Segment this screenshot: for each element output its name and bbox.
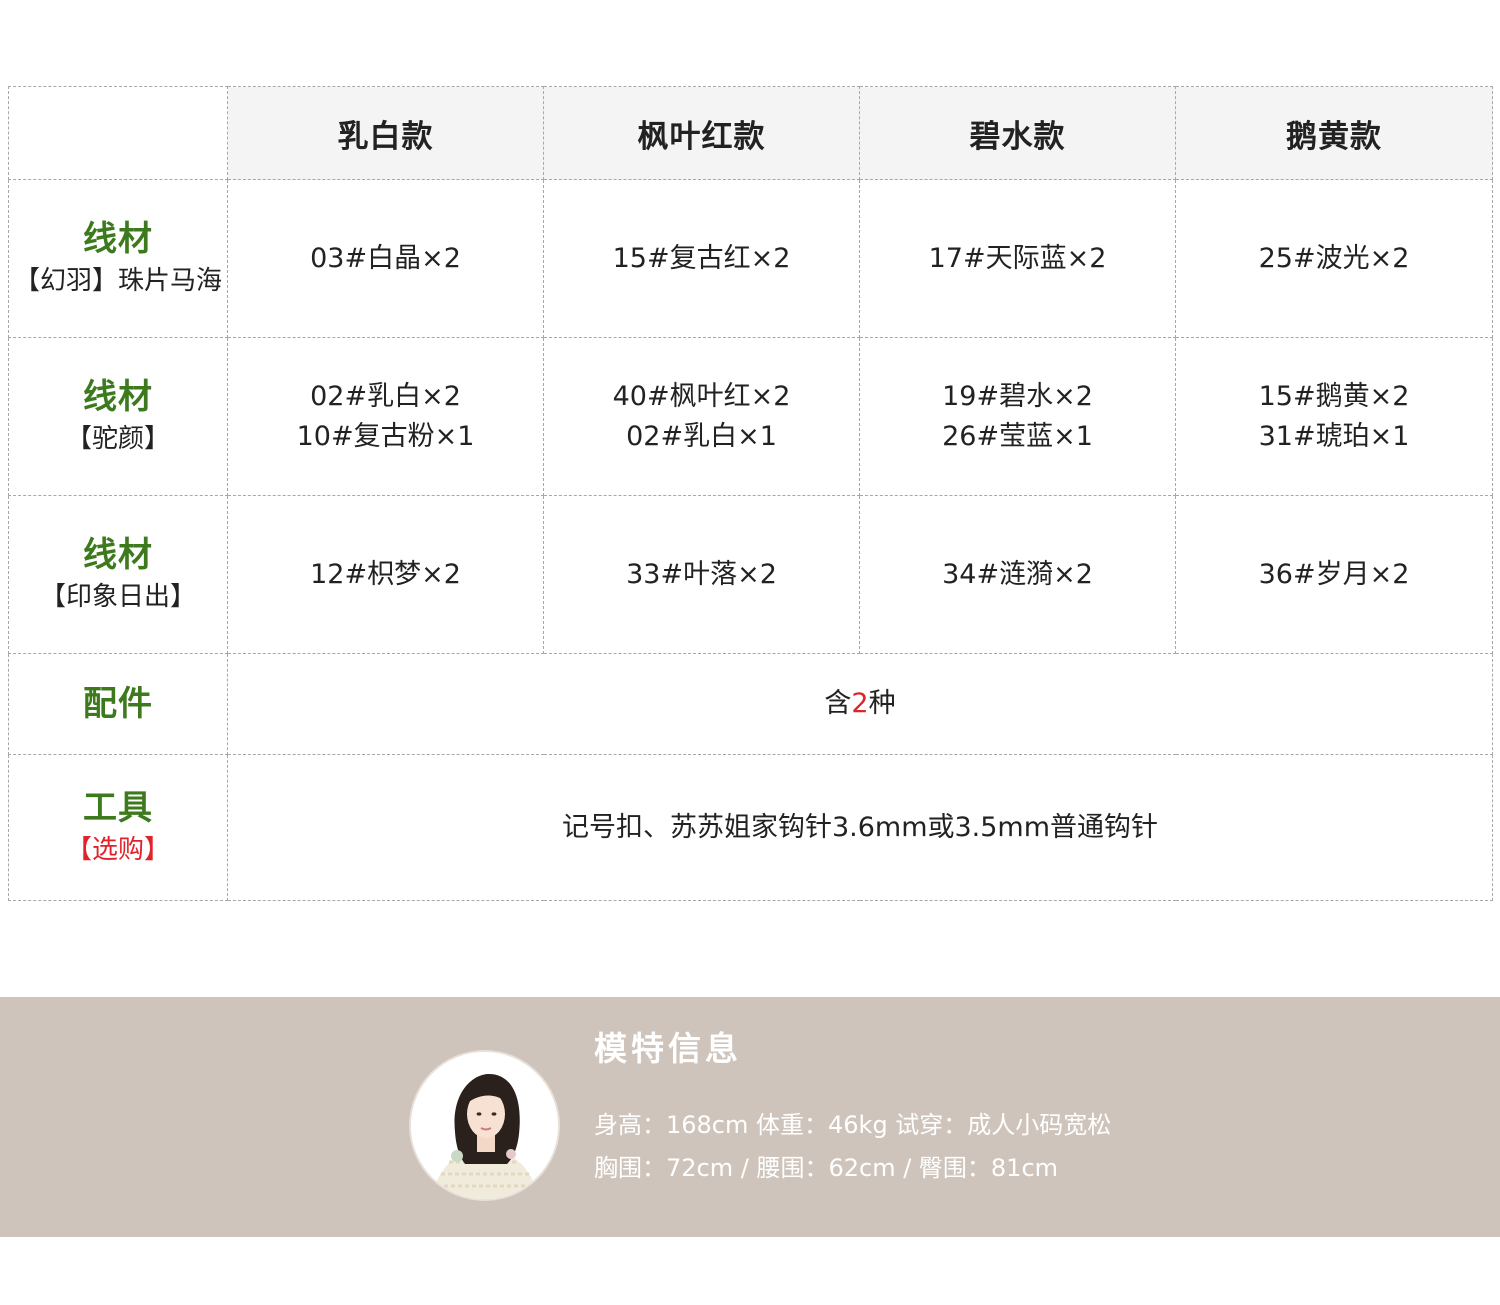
row-title: 工具 — [83, 787, 153, 828]
row-subtitle-optional: 【选购】 — [65, 834, 170, 865]
accessories-count: 2 — [851, 688, 869, 719]
row-subtitle: 【印象日出】 — [39, 581, 196, 612]
row-header-accessories: 配件 — [8, 653, 228, 755]
yarn-row-sunrise: 线材 【印象日出】 12#枳梦×2 33#叶落×2 34#涟漪×2 36#岁月×… — [8, 495, 1493, 654]
column-header-jade: 碧水款 — [859, 86, 1176, 180]
table-cell: 40#枫叶红×2 02#乳白×1 — [543, 337, 860, 496]
accessories-row: 配件 含2种 — [8, 653, 1493, 755]
column-header-goose-yellow: 鹅黄款 — [1175, 86, 1493, 180]
row-title: 线材 — [83, 376, 153, 417]
corner-cell — [8, 86, 228, 180]
row-header-tuoyan: 线材 【驼颜】 — [8, 337, 228, 496]
cell-line: 02#乳白×1 — [626, 420, 777, 452]
row-header-mohair: 线材 【幻羽】珠片马海 — [8, 179, 228, 338]
cell-line: 10#复古粉×1 — [296, 420, 475, 452]
cell-line: 03#白晶×2 — [310, 242, 461, 274]
table-cell: 33#叶落×2 — [543, 495, 860, 654]
column-header-maple-red: 枫叶红款 — [543, 86, 860, 180]
table-cell: 36#岁月×2 — [1175, 495, 1493, 654]
table-cell: 34#涟漪×2 — [859, 495, 1176, 654]
row-title: 线材 — [83, 218, 153, 259]
table-cell: 17#天际蓝×2 — [859, 179, 1176, 338]
tools-value: 记号扣、苏苏姐家钩针3.6mm或3.5mm普通钩针 — [227, 754, 1493, 901]
table-cell: 03#白晶×2 — [227, 179, 544, 338]
cell-line: 40#枫叶红×2 — [612, 380, 791, 412]
row-title: 线材 — [83, 534, 153, 575]
accessories-prefix: 含 — [824, 688, 852, 719]
table-cell: 15#鹅黄×2 31#琥珀×1 — [1175, 337, 1493, 496]
accessories-suffix: 种 — [868, 688, 896, 719]
model-info-banner: 模特信息 身高：168cm 体重：46kg 试穿：成人小码宽松 胸围：72cm … — [0, 997, 1500, 1237]
cell-line: 25#波光×2 — [1258, 242, 1410, 274]
model-measurements-line1: 身高：168cm 体重：46kg 试穿：成人小码宽松 — [594, 1111, 1112, 1139]
column-header-cream: 乳白款 — [227, 86, 544, 180]
model-portrait-icon — [411, 1052, 558, 1199]
cell-line: 36#岁月×2 — [1258, 558, 1410, 590]
model-info-title: 模特信息 — [594, 1029, 742, 1068]
cell-line: 34#涟漪×2 — [942, 558, 1093, 590]
cell-line: 12#枳梦×2 — [310, 558, 461, 590]
table-cell: 25#波光×2 — [1175, 179, 1493, 338]
cell-line: 17#天际蓝×2 — [928, 242, 1107, 274]
yarn-row-mohair: 线材 【幻羽】珠片马海 03#白晶×2 15#复古红×2 17#天际蓝×2 25… — [8, 179, 1493, 338]
row-header-sunrise: 线材 【印象日出】 — [8, 495, 228, 654]
model-measurements-line2: 胸围：72cm / 腰围：62cm / 臀围：81cm — [594, 1154, 1059, 1182]
model-avatar — [411, 1052, 558, 1199]
cell-line: 15#复古红×2 — [612, 242, 791, 274]
table-cell: 02#乳白×2 10#复古粉×1 — [227, 337, 544, 496]
yarn-row-tuoyan: 线材 【驼颜】 02#乳白×2 10#复古粉×1 40#枫叶红×2 02#乳白×… — [8, 337, 1493, 496]
cell-line: 26#莹蓝×1 — [942, 420, 1093, 452]
header-row: 乳白款 枫叶红款 碧水款 鹅黄款 — [8, 86, 1493, 180]
row-header-tools: 工具 【选购】 — [8, 754, 228, 901]
cell-line: 19#碧水×2 — [942, 380, 1093, 412]
tools-row: 工具 【选购】 记号扣、苏苏姐家钩针3.6mm或3.5mm普通钩针 — [8, 754, 1493, 901]
table-cell: 19#碧水×2 26#莹蓝×1 — [859, 337, 1176, 496]
cell-line: 15#鹅黄×2 — [1258, 380, 1410, 412]
row-title: 配件 — [83, 684, 153, 724]
materials-table: 乳白款 枫叶红款 碧水款 鹅黄款 线材 【幻羽】珠片马海 03#白晶×2 15#… — [8, 86, 1493, 901]
row-subtitle: 【幻羽】珠片马海 — [13, 265, 222, 296]
cell-line: 31#琥珀×1 — [1258, 420, 1410, 452]
cell-line: 02#乳白×2 — [310, 380, 461, 412]
table-cell: 12#枳梦×2 — [227, 495, 544, 654]
cell-line: 33#叶落×2 — [626, 558, 777, 590]
accessories-value: 含2种 — [227, 653, 1493, 755]
row-subtitle: 【驼颜】 — [65, 423, 170, 454]
table-cell: 15#复古红×2 — [543, 179, 860, 338]
